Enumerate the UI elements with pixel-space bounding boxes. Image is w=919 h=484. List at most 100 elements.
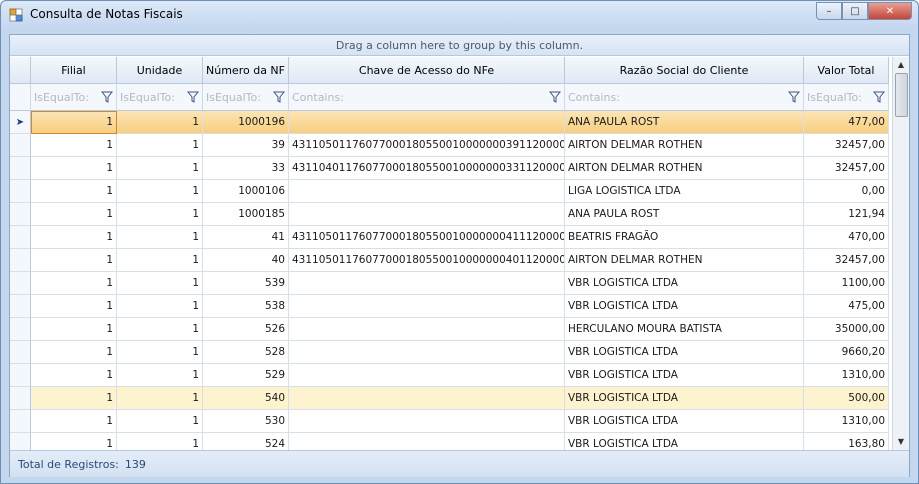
row-indicator[interactable] [10,180,31,203]
cell-unidade[interactable]: 1 [117,134,203,157]
filter-cell-numero-nf[interactable]: IsEqualTo: [203,84,289,111]
cell-filial[interactable]: 1 [31,111,117,134]
cell-razao-social[interactable]: VBR LOGISTICA LTDA [565,364,804,387]
column-header-numero-nf[interactable]: Número da NF [203,57,289,84]
cell-filial[interactable]: 1 [31,203,117,226]
row-indicator[interactable] [10,364,31,387]
cell-numero-nf[interactable]: 540 [203,387,289,410]
cell-razao-social[interactable]: VBR LOGISTICA LTDA [565,410,804,433]
table-row[interactable]: 1 1 538 VBR LOGISTICA LTDA 475,00 [10,295,890,318]
cell-valor-total[interactable]: 121,94 [804,203,889,226]
cell-filial[interactable]: 1 [31,341,117,364]
cell-filial[interactable]: 1 [31,410,117,433]
table-row[interactable]: 1 1 1000106 LIGA LOGISTICA LTDA 0,00 [10,180,890,203]
cell-chave-acesso[interactable] [289,272,565,295]
cell-valor-total[interactable]: 500,00 [804,387,889,410]
cell-razao-social[interactable]: VBR LOGISTICA LTDA [565,433,804,450]
cell-valor-total[interactable]: 32457,00 [804,134,889,157]
funnel-filter-icon[interactable] [872,91,886,103]
cell-razao-social[interactable]: VBR LOGISTICA LTDA [565,295,804,318]
cell-unidade[interactable]: 1 [117,180,203,203]
row-indicator[interactable] [10,134,31,157]
cell-numero-nf[interactable]: 40 [203,249,289,272]
cell-valor-total[interactable]: 477,00 [804,111,889,134]
cell-razao-social[interactable]: ANA PAULA ROST [565,111,804,134]
row-indicator[interactable] [10,387,31,410]
row-indicator[interactable] [10,226,31,249]
table-row[interactable]: 1 1 526 HERCULANO MOURA BATISTA 35000,00 [10,318,890,341]
vertical-scrollbar[interactable]: ▲ ▼ [892,57,909,450]
cell-razao-social[interactable]: AIRTON DELMAR ROTHEN [565,157,804,180]
scroll-down-icon[interactable]: ▼ [893,434,909,450]
filter-cell-valor-total[interactable]: IsEqualTo: [804,84,889,111]
cell-numero-nf[interactable]: 526 [203,318,289,341]
cell-filial[interactable]: 1 [31,272,117,295]
cell-unidade[interactable]: 1 [117,341,203,364]
cell-filial[interactable]: 1 [31,180,117,203]
cell-chave-acesso[interactable] [289,364,565,387]
column-header-chave-acesso[interactable]: Chave de Acesso do NFe [289,57,565,84]
cell-numero-nf[interactable]: 529 [203,364,289,387]
cell-filial[interactable]: 1 [31,249,117,272]
cell-numero-nf[interactable]: 1000196 [203,111,289,134]
cell-unidade[interactable]: 1 [117,111,203,134]
cell-filial[interactable]: 1 [31,157,117,180]
cell-numero-nf[interactable]: 39 [203,134,289,157]
cell-unidade[interactable]: 1 [117,387,203,410]
row-indicator[interactable] [10,295,31,318]
title-bar[interactable]: Consulta de Notas Fiscais – □ ✕ [1,1,918,29]
table-row[interactable]: 1 1 539 VBR LOGISTICA LTDA 1100,00 [10,272,890,295]
scroll-thumb[interactable] [895,73,908,117]
funnel-filter-icon[interactable] [548,91,562,103]
cell-unidade[interactable]: 1 [117,203,203,226]
cell-razao-social[interactable]: HERCULANO MOURA BATISTA [565,318,804,341]
cell-chave-acesso[interactable]: 4311050117607700018055001000000039112000… [289,134,565,157]
cell-valor-total[interactable]: 32457,00 [804,157,889,180]
cell-unidade[interactable]: 1 [117,249,203,272]
cell-chave-acesso[interactable] [289,203,565,226]
row-indicator[interactable] [10,203,31,226]
column-header-unidade[interactable]: Unidade [117,57,203,84]
cell-filial[interactable]: 1 [31,134,117,157]
funnel-filter-icon[interactable] [186,91,200,103]
cell-numero-nf[interactable]: 539 [203,272,289,295]
table-row[interactable]: 1 1 41 431105011760770001805500100000004111… [10,226,890,249]
cell-razao-social[interactable]: VBR LOGISTICA LTDA [565,341,804,364]
group-by-panel[interactable]: Drag a column here to group by this colu… [10,35,909,56]
table-row[interactable]: 1 1 540 VBR LOGISTICA LTDA 500,00 [10,387,890,410]
cell-filial[interactable]: 1 [31,433,117,450]
cell-chave-acesso[interactable] [289,341,565,364]
cell-filial[interactable]: 1 [31,226,117,249]
table-row[interactable]: 1 1 529 VBR LOGISTICA LTDA 1310,00 [10,364,890,387]
minimize-button[interactable]: – [816,2,842,20]
cell-unidade[interactable]: 1 [117,226,203,249]
cell-unidade[interactable]: 1 [117,433,203,450]
filter-cell-razao-social[interactable]: Contains: [565,84,804,111]
cell-razao-social[interactable]: VBR LOGISTICA LTDA [565,387,804,410]
cell-razao-social[interactable]: BEATRIS FRAGÃO [565,226,804,249]
table-row[interactable]: 1 1 33 431104011760770001805500100000003311… [10,157,890,180]
cell-unidade[interactable]: 1 [117,272,203,295]
cell-numero-nf[interactable]: 41 [203,226,289,249]
cell-chave-acesso[interactable] [289,111,565,134]
cell-valor-total[interactable]: 475,00 [804,295,889,318]
cell-numero-nf[interactable]: 1000185 [203,203,289,226]
row-indicator[interactable]: ➤ [10,111,31,134]
row-indicator[interactable] [10,410,31,433]
row-indicator[interactable] [10,341,31,364]
funnel-filter-icon[interactable] [100,91,114,103]
cell-chave-acesso[interactable]: 4311040117607700018055001000000033112000… [289,157,565,180]
cell-chave-acesso[interactable]: 4311050117607700018055001000000040112000… [289,249,565,272]
column-header-razao-social[interactable]: Razão Social do Cliente [565,57,804,84]
cell-unidade[interactable]: 1 [117,318,203,341]
table-row[interactable]: 1 1 530 VBR LOGISTICA LTDA 1310,00 [10,410,890,433]
table-row[interactable]: 1 1 524 VBR LOGISTICA LTDA 163,80 [10,433,890,450]
table-row[interactable]: 1 1 39 431105011760770001805500100000003911… [10,134,890,157]
funnel-filter-icon[interactable] [787,91,801,103]
row-indicator[interactable] [10,433,31,450]
cell-chave-acesso[interactable] [289,387,565,410]
cell-unidade[interactable]: 1 [117,295,203,318]
cell-valor-total[interactable]: 470,00 [804,226,889,249]
row-indicator[interactable] [10,157,31,180]
column-header-valor-total[interactable]: Valor Total [804,57,889,84]
